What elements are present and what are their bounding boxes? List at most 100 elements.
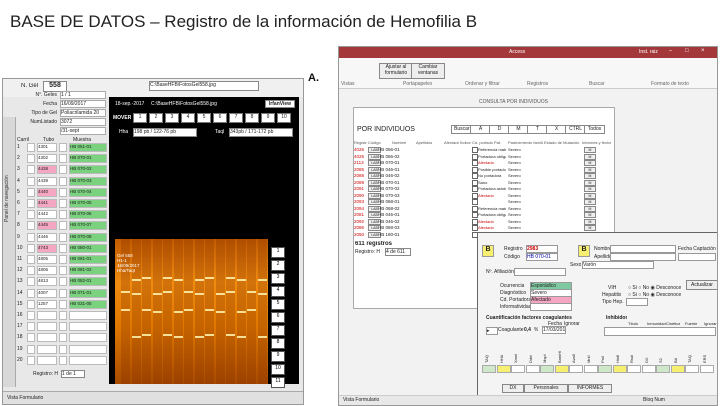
dropdown-cell[interactable]: [59, 255, 67, 264]
marker-cell[interactable]: [583, 365, 598, 373]
marker-cell[interactable]: [525, 365, 540, 373]
table-row[interactable]: 20: [17, 355, 109, 365]
m-button[interactable]: M: [584, 166, 596, 173]
marker-cell[interactable]: [656, 365, 670, 373]
dropdown-cell[interactable]: [59, 355, 67, 365]
table-row[interactable]: 15 1257 HB 031-05: [17, 299, 109, 309]
marker-cell[interactable]: [627, 365, 641, 373]
tube-cell[interactable]: 4813: [37, 277, 57, 287]
bottom-tab[interactable]: INFORMES: [568, 384, 612, 393]
lane-selector[interactable]: [27, 322, 35, 332]
individual-row[interactable]: 2091LABHB 070-02Portadora asintomáticaSe…: [354, 186, 612, 192]
sample-cell[interactable]: HB 070-07: [69, 221, 107, 231]
sexo-field[interactable]: Varón: [582, 261, 654, 269]
dropdown-cell[interactable]: [59, 143, 67, 152]
sample-cell[interactable]: HB 070-02: [69, 165, 107, 175]
hepatitis-options[interactable]: ○ Si ○ No ◉ Desconoce: [628, 292, 681, 298]
table-row[interactable]: 8 4445 HB 070-07: [17, 221, 109, 231]
marker-column[interactable]: TAQ: [482, 345, 496, 373]
sample-cell[interactable]: HB 082-01: [69, 277, 107, 287]
marker-column[interactable]: ERS: [699, 345, 714, 373]
sample-cell[interactable]: HB 070-05: [69, 199, 107, 208]
mover-button[interactable]: 9: [261, 113, 275, 123]
factor-value[interactable]: 0,4: [524, 327, 531, 333]
lane-selector[interactable]: [27, 221, 35, 231]
minimize-icon[interactable]: –: [669, 48, 672, 54]
sample-cell[interactable]: HB 070-03: [69, 176, 107, 186]
sample-cell[interactable]: [69, 355, 107, 365]
marker-cell[interactable]: [685, 365, 699, 373]
table-row[interactable]: 17: [17, 322, 109, 332]
sample-cell[interactable]: [69, 344, 107, 354]
individual-row[interactable]: 2090 LAB HB 070-03 Afectado Severo M: [354, 192, 612, 199]
fit-form-button[interactable]: Ajustar al formulario: [379, 63, 413, 79]
individual-row[interactable]: 2089 LAB HB 070-01 Sano Severo M: [354, 179, 612, 186]
dropdown-cell[interactable]: [59, 277, 67, 287]
actualizar-button[interactable]: Actualizar: [686, 280, 717, 290]
mover-button[interactable]: 1: [133, 113, 147, 123]
mover-button[interactable]: 8: [245, 113, 259, 123]
tube-cell[interactable]: 1257: [37, 299, 57, 309]
dropdown-cell[interactable]: [59, 333, 67, 343]
dropdown-cell[interactable]: [59, 311, 67, 320]
sample-cell[interactable]: HB 031-05: [69, 299, 107, 309]
individual-row[interactable]: 2088 LAB HB 046-02 No portadora Severo M: [354, 173, 612, 179]
dropdown-cell[interactable]: [59, 176, 67, 186]
hep-no-radio[interactable]: ○: [638, 292, 641, 298]
marker-column[interactable]: AvaII: [569, 345, 583, 373]
marker-column[interactable]: S2: [656, 345, 670, 373]
marker-cell[interactable]: [612, 365, 627, 373]
m-button[interactable]: M: [584, 179, 596, 186]
tube-cell[interactable]: 4805: [37, 255, 57, 264]
individual-row[interactable]: 2093 LAB HB 068-01 Severo M: [354, 199, 612, 205]
table-row[interactable]: 19: [17, 344, 109, 354]
marker-column[interactable]: MnlI: [583, 345, 598, 373]
mover-button[interactable]: 2: [149, 113, 163, 123]
dropdown-cell[interactable]: [59, 187, 67, 197]
bottom-tab[interactable]: Personales: [524, 384, 568, 393]
tube-cell[interactable]: [37, 322, 57, 332]
m-button[interactable]: M: [584, 212, 596, 218]
marker-cell[interactable]: [554, 365, 569, 373]
dropdown-cell[interactable]: [59, 243, 67, 253]
filter-button[interactable]: T: [527, 125, 548, 134]
afiliacion-field[interactable]: [514, 268, 566, 276]
table-row[interactable]: 4 4439 HB 070-03: [17, 176, 109, 186]
sample-cell[interactable]: HB 081-01: [69, 255, 107, 264]
m-button[interactable]: M: [584, 160, 596, 166]
vih-desconoce-radio[interactable]: ◉: [650, 285, 654, 291]
form-field-value[interactable]: 1 / 1: [60, 91, 106, 99]
marker-column[interactable]: PstI: [598, 345, 612, 373]
lane-selector[interactable]: [27, 232, 35, 242]
dropdown-cell[interactable]: [59, 344, 67, 354]
affected-checkbox[interactable]: [472, 199, 478, 205]
individual-row[interactable]: 2086 LAB HB 068-03 Afectado Severo M: [354, 225, 612, 231]
filter-button[interactable]: Todos: [584, 125, 605, 134]
dropdown-cell[interactable]: [59, 154, 67, 164]
individual-row[interactable]: 4026LABHB 056-01Referencia maternaSevero…: [354, 147, 612, 153]
filter-button[interactable]: A: [470, 125, 491, 134]
table-row[interactable]: 9 4446 HB 070-08: [17, 232, 109, 242]
sample-cell[interactable]: HB 070-01: [69, 154, 107, 164]
filter-button[interactable]: Buscar: [451, 125, 472, 134]
table-row[interactable]: 1 4301 HB 051-01: [17, 143, 109, 152]
lane-selector[interactable]: [27, 210, 35, 220]
dropdown-cell[interactable]: [59, 232, 67, 242]
mover-button[interactable]: 7: [229, 113, 243, 123]
tube-cell[interactable]: 4302: [37, 154, 57, 164]
table-row[interactable]: 5 4440 HB 070-04: [17, 187, 109, 197]
table-row[interactable]: 12 4806 HB 081-02: [17, 266, 109, 276]
sample-cell[interactable]: HB 070-06: [69, 210, 107, 220]
filter-button[interactable]: M: [508, 125, 529, 134]
m-button[interactable]: M: [584, 225, 596, 231]
lane-selector[interactable]: [27, 243, 35, 253]
nav-value[interactable]: 4 de 611: [385, 248, 411, 256]
close-icon[interactable]: ×: [701, 48, 705, 54]
individual-row[interactable]: 2092 LAB HB 046-02 Afectado Severo M: [354, 218, 612, 225]
table-row[interactable]: 6 4441 HB 070-05: [17, 199, 109, 208]
hha-field[interactable]: 198 pb / 122-76 pb: [133, 128, 197, 137]
registro-field[interactable]: 2983: [526, 245, 558, 253]
tube-cell[interactable]: 4743: [37, 243, 57, 253]
marker-cell[interactable]: [598, 365, 612, 373]
fecha-captacion-field[interactable]: [678, 253, 716, 261]
